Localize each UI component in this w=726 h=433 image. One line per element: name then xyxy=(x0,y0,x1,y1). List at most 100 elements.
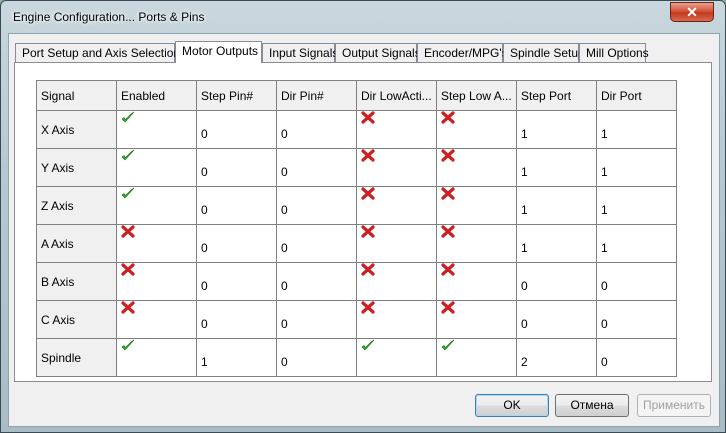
cell-dir-pin[interactable]: 0 xyxy=(276,262,357,301)
col-header-dir-port[interactable]: Dir Port xyxy=(596,80,677,111)
table-row: A Axis 0 0 1 1 xyxy=(36,224,677,263)
cell-dir-port[interactable]: 1 xyxy=(596,110,677,149)
row-signal-name[interactable]: Y Axis xyxy=(36,148,117,187)
cell-step-port[interactable]: 2 xyxy=(516,338,597,377)
check-icon xyxy=(121,149,135,162)
tab-mill-options[interactable]: Mill Options xyxy=(579,43,649,62)
title-bar[interactable]: Engine Configuration... Ports & Pins ✕ xyxy=(1,1,725,33)
x-icon xyxy=(441,225,455,238)
row-signal-name[interactable]: X Axis xyxy=(36,110,117,149)
cell-dir-low-active[interactable] xyxy=(356,110,437,149)
cell-dir-low-active[interactable] xyxy=(356,300,437,339)
row-signal-name[interactable]: Z Axis xyxy=(36,186,117,225)
cell-step-pin[interactable]: 0 xyxy=(196,224,277,263)
cell-dir-port[interactable]: 0 xyxy=(596,300,677,339)
cell-enabled[interactable] xyxy=(116,110,197,149)
tab-input-signals[interactable]: Input Signals xyxy=(262,43,338,62)
cell-step-low-active[interactable] xyxy=(436,110,517,149)
window-title: Engine Configuration... Ports & Pins xyxy=(13,10,205,24)
cell-step-pin[interactable]: 0 xyxy=(196,186,277,225)
ok-button[interactable]: OK xyxy=(475,394,549,417)
col-header-signal[interactable]: Signal xyxy=(36,80,117,111)
table-row: X Axis 0 0 1 1 xyxy=(36,110,677,149)
col-header-dir-low-active[interactable]: Dir LowActi... xyxy=(356,80,437,111)
tab-spindle-setup[interactable]: Spindle Setup xyxy=(503,43,585,62)
cell-enabled[interactable] xyxy=(116,186,197,225)
cell-dir-low-active[interactable] xyxy=(356,338,437,377)
cell-step-low-active[interactable] xyxy=(436,338,517,377)
cell-dir-port[interactable]: 0 xyxy=(596,262,677,301)
cell-enabled[interactable] xyxy=(116,262,197,301)
col-header-step-low-active[interactable]: Step Low A... xyxy=(436,80,517,111)
col-header-step-pin[interactable]: Step Pin# xyxy=(196,80,277,111)
table-row: Y Axis 0 0 1 1 xyxy=(36,148,677,187)
cell-step-pin[interactable]: 0 xyxy=(196,262,277,301)
x-icon xyxy=(441,111,455,124)
cell-enabled[interactable] xyxy=(116,148,197,187)
row-signal-name[interactable]: C Axis xyxy=(36,300,117,339)
check-icon xyxy=(361,339,375,352)
cell-enabled[interactable] xyxy=(116,338,197,377)
row-signal-name[interactable]: Spindle xyxy=(36,338,117,377)
cell-dir-port[interactable]: 1 xyxy=(596,148,677,187)
cell-dir-pin[interactable]: 0 xyxy=(276,148,357,187)
cell-step-port[interactable]: 1 xyxy=(516,224,597,263)
row-signal-name[interactable]: B Axis xyxy=(36,262,117,301)
x-icon xyxy=(121,301,135,314)
cell-step-low-active[interactable] xyxy=(436,224,517,263)
table-row: Z Axis 0 0 1 1 xyxy=(36,186,677,225)
cancel-button[interactable]: Отмена xyxy=(555,394,629,417)
cell-step-port[interactable]: 1 xyxy=(516,186,597,225)
row-signal-name[interactable]: A Axis xyxy=(36,224,117,263)
cell-step-pin[interactable]: 0 xyxy=(196,110,277,149)
tab-port-setup[interactable]: Port Setup and Axis Selection xyxy=(15,43,180,62)
x-icon xyxy=(441,187,455,200)
apply-button[interactable]: Применить xyxy=(637,394,711,417)
cell-step-port[interactable]: 0 xyxy=(516,262,597,301)
cell-dir-low-active[interactable] xyxy=(356,148,437,187)
cell-dir-pin[interactable]: 0 xyxy=(276,186,357,225)
cell-step-low-active[interactable] xyxy=(436,300,517,339)
cell-step-pin[interactable]: 0 xyxy=(196,300,277,339)
table-row: C Axis 0 0 0 0 xyxy=(36,300,677,339)
motor-outputs-grid: Signal Enabled Step Pin# Dir Pin# Dir Lo… xyxy=(36,80,677,377)
col-header-dir-pin[interactable]: Dir Pin# xyxy=(276,80,357,111)
cell-enabled[interactable] xyxy=(116,224,197,263)
col-header-enabled[interactable]: Enabled xyxy=(116,80,197,111)
x-icon xyxy=(121,225,135,238)
tab-output-signals[interactable]: Output Signals xyxy=(335,43,421,62)
cell-step-port[interactable]: 1 xyxy=(516,148,597,187)
check-icon xyxy=(121,339,135,352)
x-icon xyxy=(361,111,375,124)
col-header-step-port[interactable]: Step Port xyxy=(516,80,597,111)
cell-step-low-active[interactable] xyxy=(436,262,517,301)
cell-dir-pin[interactable]: 0 xyxy=(276,338,357,377)
cell-dir-pin[interactable]: 0 xyxy=(276,110,357,149)
cell-dir-pin[interactable]: 0 xyxy=(276,300,357,339)
cell-step-port[interactable]: 0 xyxy=(516,300,597,339)
cell-step-port[interactable]: 1 xyxy=(516,110,597,149)
table-row: Spindle 1 0 2 0 xyxy=(36,338,677,377)
check-icon xyxy=(121,111,135,124)
cell-dir-port[interactable]: 1 xyxy=(596,186,677,225)
tab-motor-outputs[interactable]: Motor Outputs xyxy=(175,41,262,63)
cell-dir-low-active[interactable] xyxy=(356,224,437,263)
x-icon xyxy=(361,263,375,276)
x-icon xyxy=(441,149,455,162)
cell-dir-pin[interactable]: 0 xyxy=(276,224,357,263)
cell-enabled[interactable] xyxy=(116,300,197,339)
cell-step-pin[interactable]: 0 xyxy=(196,148,277,187)
cell-step-low-active[interactable] xyxy=(436,148,517,187)
x-icon xyxy=(361,187,375,200)
cell-dir-port[interactable]: 1 xyxy=(596,224,677,263)
close-button[interactable]: ✕ xyxy=(670,2,714,22)
tab-encoder-mpg[interactable]: Encoder/MPG's xyxy=(417,43,508,62)
x-icon xyxy=(361,301,375,314)
grid-header-row: Signal Enabled Step Pin# Dir Pin# Dir Lo… xyxy=(36,80,677,111)
cell-dir-low-active[interactable] xyxy=(356,262,437,301)
cell-step-pin[interactable]: 1 xyxy=(196,338,277,377)
cell-dir-port[interactable]: 0 xyxy=(596,338,677,377)
config-window: Engine Configuration... Ports & Pins ✕ P… xyxy=(0,0,726,433)
cell-dir-low-active[interactable] xyxy=(356,186,437,225)
cell-step-low-active[interactable] xyxy=(436,186,517,225)
